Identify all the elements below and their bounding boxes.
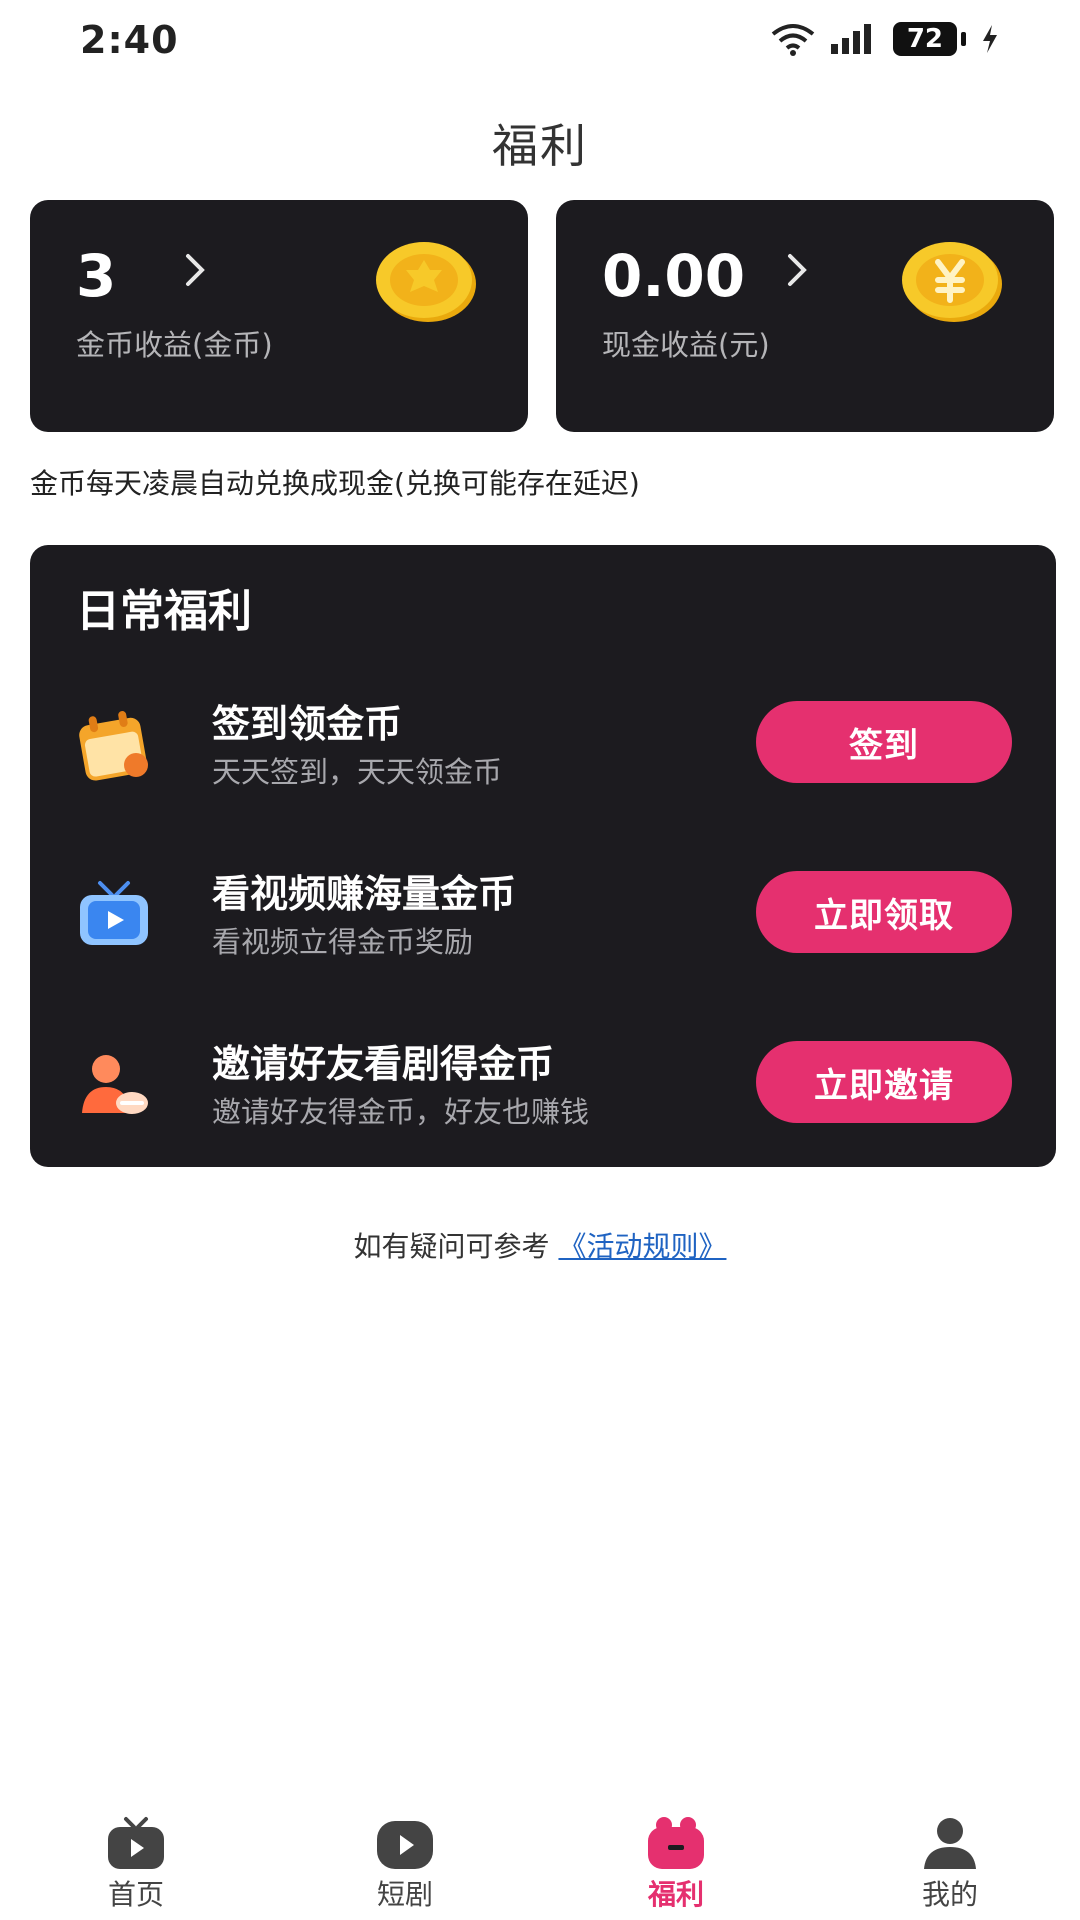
nav-label: 首页 (107, 1878, 164, 1911)
rules-prefix: 如有疑问可参考 (353, 1230, 550, 1263)
battery-tip (961, 32, 966, 46)
chevron-right-icon (186, 254, 205, 286)
status-icons: 72 (771, 22, 1000, 56)
status-time: 2:40 (80, 18, 179, 62)
invite-person-icon (82, 1055, 148, 1114)
wifi-icon (771, 24, 815, 56)
nav-home[interactable]: 首页 (66, 1815, 206, 1920)
checkin-button[interactable]: 签到 (756, 701, 1012, 783)
battery-level: 72 (892, 22, 957, 56)
nav-label: 短剧 (376, 1878, 433, 1911)
exchange-notice: 金币每天凌晨自动兑换成现金(兑换可能存在延迟) (30, 467, 640, 500)
status-bar: 2:40 72 (0, 0, 1080, 90)
activity-rules-link[interactable]: 《活动规则》 (558, 1230, 726, 1263)
cash-balance: 0.00 (602, 242, 746, 310)
nav-profile[interactable]: 我的 (880, 1815, 1020, 1920)
task-subtitle: 看视频立得金币奖励 (212, 925, 474, 959)
chevron-right-icon (788, 254, 807, 286)
task-title: 签到领金币 (212, 702, 403, 746)
cash-earnings-card[interactable]: 0.00 现金收益(元) (556, 200, 1054, 432)
task-watch-video: 看视频赚海量金币 看视频立得金币奖励 立即领取 (30, 855, 1056, 975)
charging-icon (983, 25, 997, 53)
task-invite-friends: 邀请好友看剧得金币 邀请好友得金币，好友也赚钱 立即邀请 (30, 1025, 1056, 1145)
nav-label: 我的 (921, 1878, 978, 1911)
task-title: 邀请好友看剧得金币 (212, 1042, 555, 1086)
daily-welfare-panel: 日常福利 签到领金币 天天签到，天天领金币 签到 看视频赚海量金币 看视频立得金… (30, 545, 1056, 1167)
task-title: 看视频赚海量金币 (212, 872, 517, 916)
home-tv-icon (108, 1817, 164, 1869)
bottom-nav: 首页 短剧 福利 我的 (0, 1815, 1080, 1920)
play-icon (377, 1821, 433, 1869)
gift-icon (648, 1817, 704, 1869)
battery-indicator: 72 (892, 22, 966, 56)
calendar-icon (79, 711, 148, 781)
coin-earnings-card[interactable]: 3 金币收益(金币) (30, 200, 528, 432)
profile-icon (924, 1818, 976, 1869)
page-title: 福利 (492, 119, 588, 173)
cash-earnings-label: 现金收益(元) (602, 328, 770, 362)
rules-hint: 如有疑问可参考 《活动规则》 (0, 1225, 1080, 1265)
tv-icon (80, 881, 148, 945)
task-subtitle: 天天签到，天天领金币 (212, 755, 503, 789)
coin-balance: 3 (76, 242, 117, 310)
gold-coin-icon (376, 242, 476, 322)
nav-welfare[interactable]: 福利 (606, 1815, 746, 1920)
task-subtitle: 邀请好友得金币，好友也赚钱 (212, 1095, 590, 1129)
nav-shorts[interactable]: 短剧 (335, 1815, 475, 1920)
coin-earnings-label: 金币收益(金币) (76, 328, 273, 362)
nav-label: 福利 (647, 1878, 704, 1911)
signal-icon (830, 24, 871, 54)
invite-now-button[interactable]: 立即邀请 (756, 1041, 1012, 1123)
task-checkin: 签到领金币 天天签到，天天领金币 签到 (30, 685, 1056, 805)
daily-welfare-title: 日常福利 (76, 586, 252, 637)
yuan-coin-icon (902, 242, 1002, 322)
claim-now-button[interactable]: 立即领取 (756, 871, 1012, 953)
